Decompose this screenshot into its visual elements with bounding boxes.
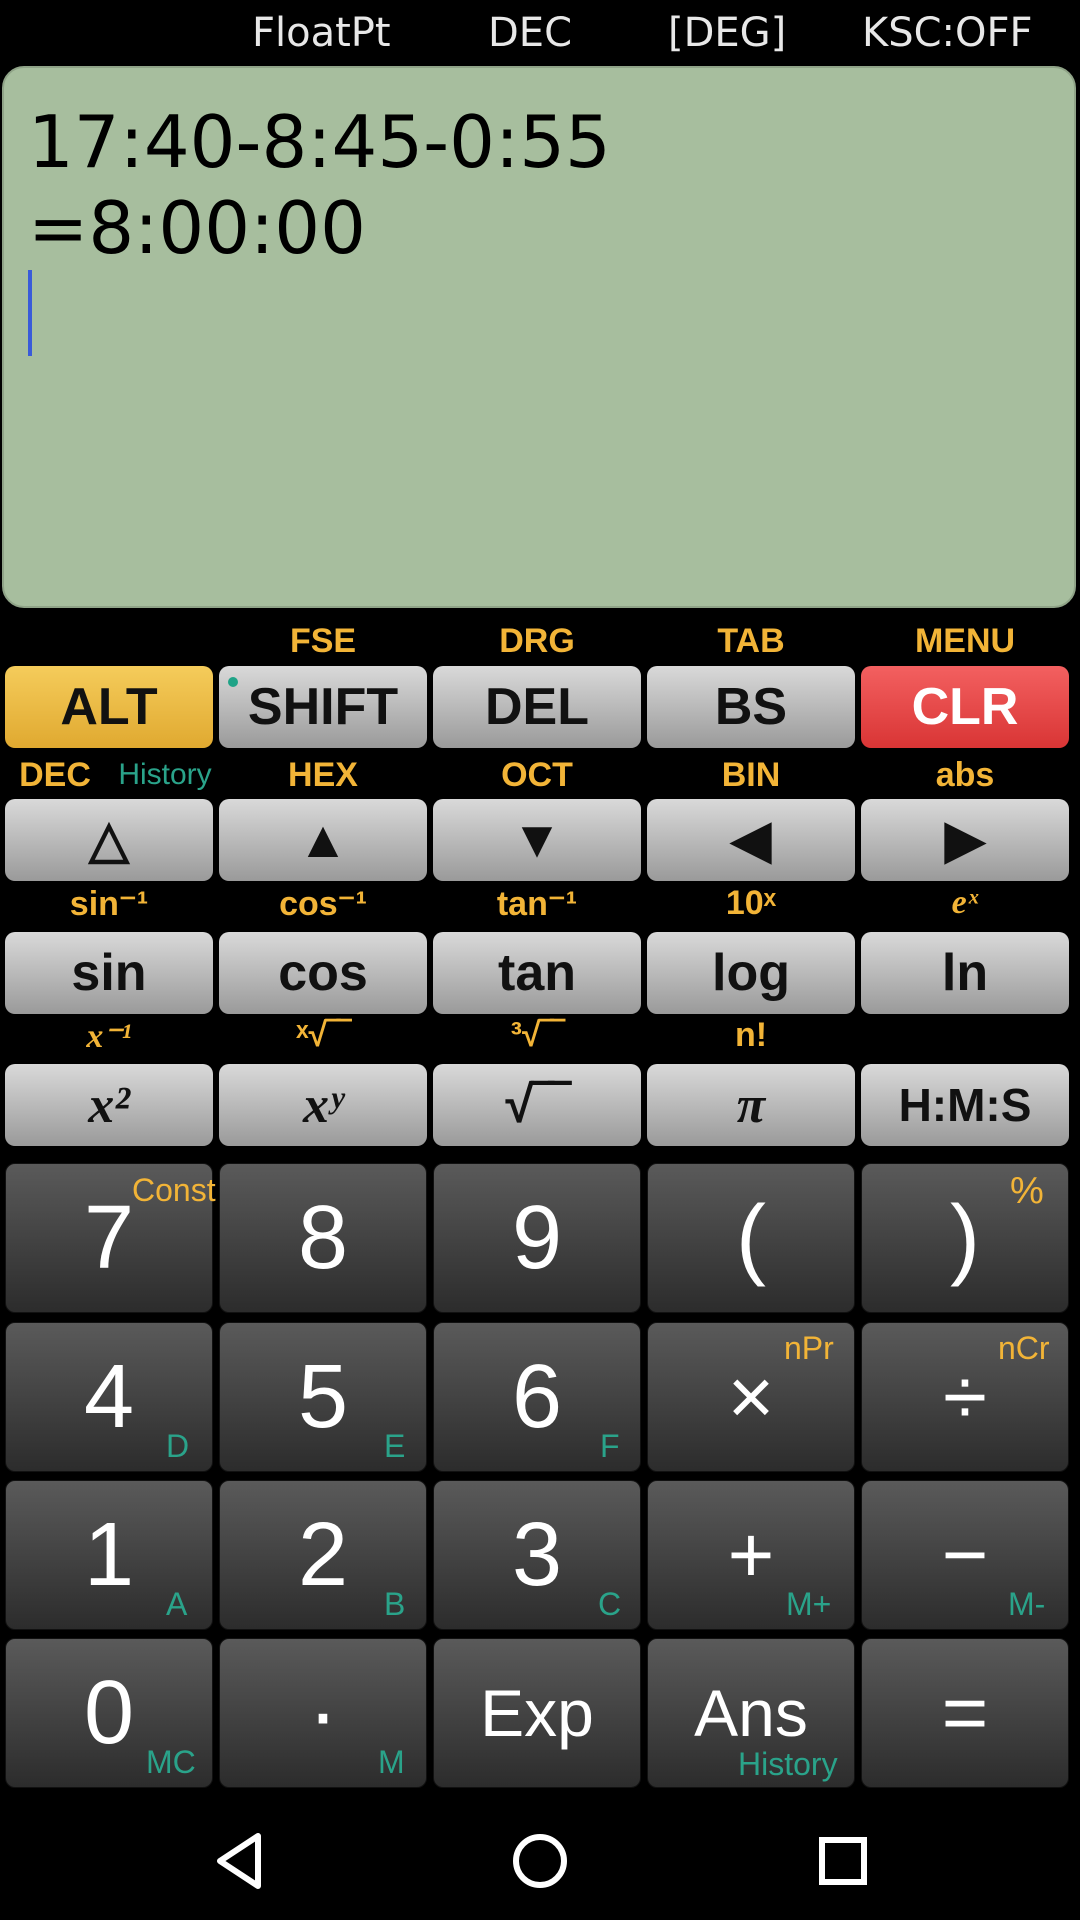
sub-ncr: nCr bbox=[998, 1330, 1050, 1366]
label-abs: abs bbox=[935, 756, 995, 794]
label-drg: DRG bbox=[499, 622, 575, 660]
label-dec: DEC bbox=[19, 756, 91, 794]
label-asin: sin⁻¹ bbox=[69, 885, 149, 923]
sub-history: History bbox=[738, 1746, 838, 1782]
float-mode: FloatPt bbox=[252, 10, 391, 56]
sub-a: A bbox=[166, 1586, 188, 1622]
sub-npr: nPr bbox=[784, 1330, 834, 1366]
key-open-paren[interactable]: ( bbox=[647, 1163, 855, 1313]
key-exp[interactable]: Exp bbox=[433, 1638, 641, 1788]
cursor-down-button[interactable]: ▼ bbox=[433, 799, 641, 881]
base-mode: DEC bbox=[488, 10, 573, 56]
recents-icon[interactable] bbox=[808, 1826, 878, 1896]
label-bin: BIN bbox=[721, 756, 781, 794]
calculator-display[interactable]: 17:40-8:45-0:55 =8:00:00 bbox=[2, 66, 1076, 608]
text-cursor bbox=[28, 270, 32, 356]
system-navigation-bar bbox=[0, 1800, 1080, 1920]
sin-button[interactable]: sin bbox=[5, 932, 213, 1014]
label-cuberoot: ³√‾‾ bbox=[510, 1016, 564, 1054]
sub-mplus: M+ bbox=[786, 1586, 832, 1622]
home-icon[interactable] bbox=[505, 1826, 575, 1896]
sub-percent: % bbox=[1010, 1170, 1044, 1212]
back-icon[interactable] bbox=[206, 1826, 276, 1896]
sqrt-button[interactable]: √‾‾ bbox=[433, 1064, 641, 1146]
pi-button[interactable]: π bbox=[647, 1064, 855, 1146]
cursor-left-button[interactable]: ◀ bbox=[647, 799, 855, 881]
label-history: History bbox=[118, 758, 212, 791]
label-reciprocal: x⁻¹ bbox=[86, 1018, 132, 1055]
sub-c: C bbox=[598, 1586, 622, 1622]
del-button[interactable]: DEL bbox=[433, 666, 641, 748]
cos-button[interactable]: cos bbox=[219, 932, 427, 1014]
log-button[interactable]: log bbox=[647, 932, 855, 1014]
sub-m: M bbox=[378, 1744, 405, 1780]
label-atan: tan⁻¹ bbox=[496, 885, 578, 923]
alt-button[interactable]: ALT bbox=[5, 666, 213, 748]
power-button[interactable]: xʸ bbox=[219, 1064, 427, 1146]
label-acos: cos⁻¹ bbox=[279, 885, 367, 923]
label-menu: MENU bbox=[914, 622, 1016, 660]
sub-const: Const bbox=[132, 1172, 216, 1208]
cursor-up-button[interactable]: ▲ bbox=[219, 799, 427, 881]
sub-mc: MC bbox=[146, 1744, 196, 1780]
label-pow10: 10ˣ bbox=[725, 884, 777, 922]
label-fse: FSE bbox=[289, 622, 357, 660]
expression-line: 17:40-8:45-0:55 bbox=[28, 100, 611, 184]
status-bar: FloatPt DEC [DEG] KSC:OFF bbox=[0, 0, 1080, 66]
shift-button[interactable]: SHIFT bbox=[219, 666, 427, 748]
key-9[interactable]: 9 bbox=[433, 1163, 641, 1313]
label-hex: HEX bbox=[288, 756, 358, 794]
label-xroot: ˣ√‾‾ bbox=[296, 1016, 350, 1054]
cursor-right-button[interactable]: ▶ bbox=[861, 799, 1069, 881]
sub-e: E bbox=[384, 1428, 406, 1464]
square-button[interactable]: x² bbox=[5, 1064, 213, 1146]
tan-button[interactable]: tan bbox=[433, 932, 641, 1014]
result-line: =8:00:00 bbox=[28, 186, 366, 270]
angle-mode: [DEG] bbox=[668, 10, 787, 56]
sub-d: D bbox=[166, 1428, 190, 1464]
ksc-mode: KSC:OFF bbox=[862, 10, 1033, 56]
shift-indicator bbox=[228, 677, 238, 687]
label-oct: OCT bbox=[501, 756, 573, 794]
clr-button[interactable]: CLR bbox=[861, 666, 1069, 748]
label-exp: eˣ bbox=[951, 884, 979, 921]
sub-b: B bbox=[384, 1586, 406, 1622]
key-8[interactable]: 8 bbox=[219, 1163, 427, 1313]
hms-button[interactable]: H:M:S bbox=[861, 1064, 1069, 1146]
bs-button[interactable]: BS bbox=[647, 666, 855, 748]
sub-mminus: M- bbox=[1008, 1586, 1046, 1622]
label-tab: TAB bbox=[717, 622, 785, 660]
ln-button[interactable]: ln bbox=[861, 932, 1069, 1014]
history-up-button[interactable]: △ bbox=[5, 799, 213, 881]
label-factorial: n! bbox=[734, 1016, 768, 1054]
sub-f: F bbox=[600, 1428, 620, 1464]
key-equals[interactable]: = bbox=[861, 1638, 1069, 1788]
